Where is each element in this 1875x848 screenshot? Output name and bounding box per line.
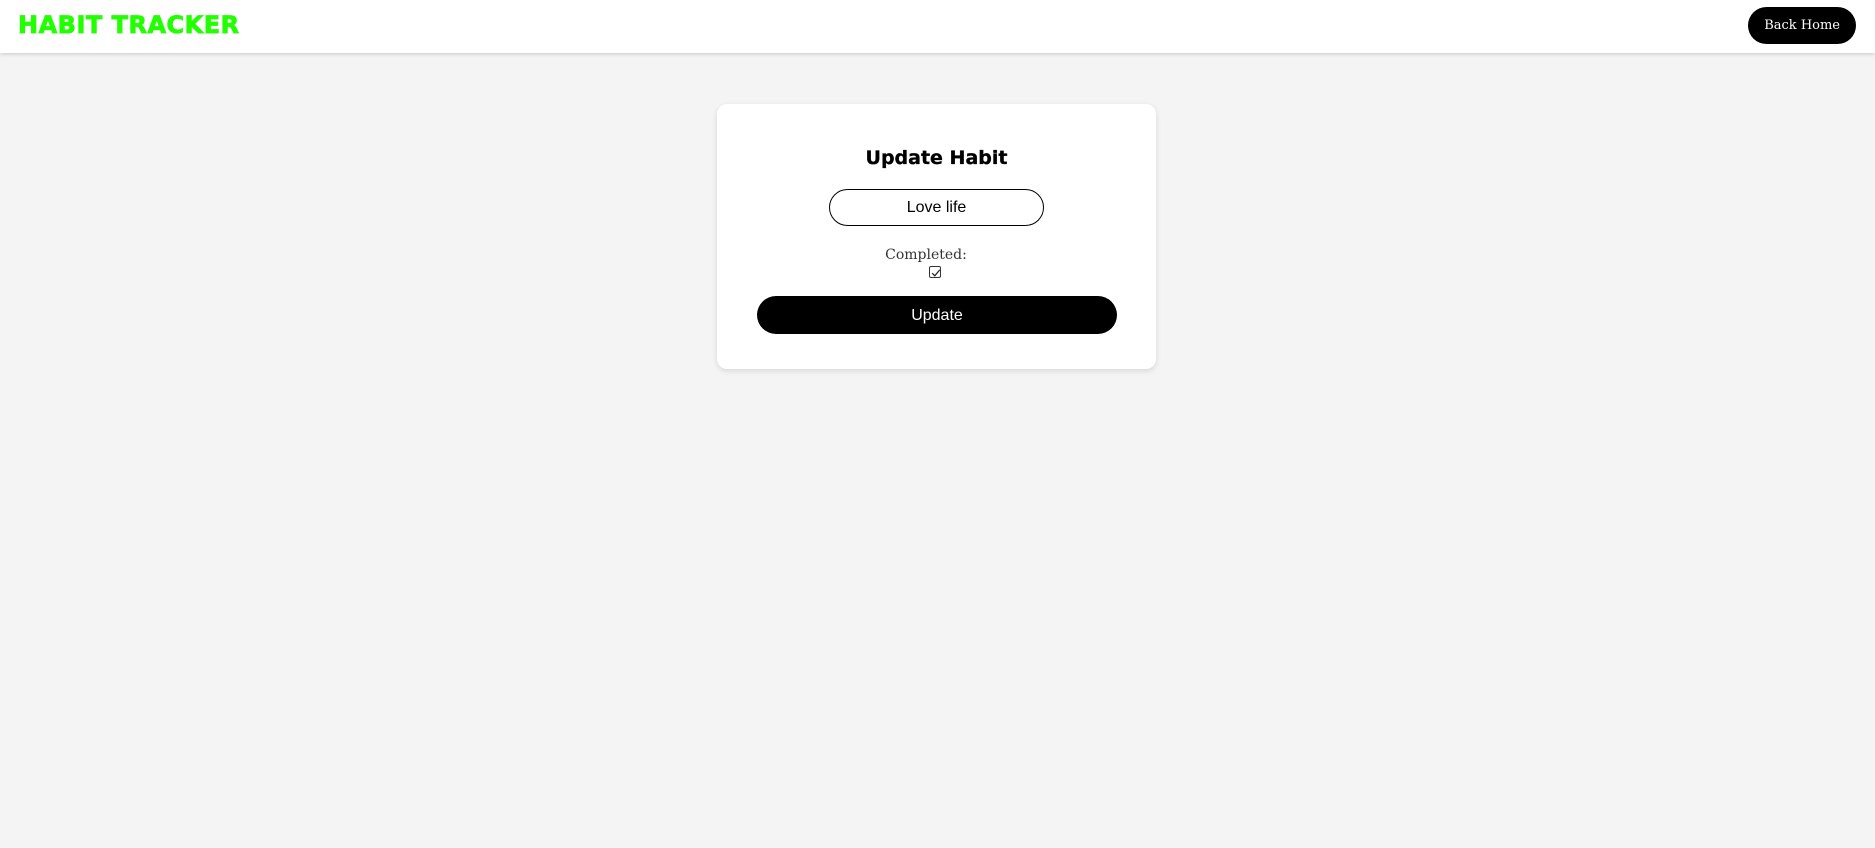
checkmark-icon	[931, 269, 941, 277]
update-habit-card: Update Habit Completed: Update	[717, 104, 1156, 369]
completed-checkbox[interactable]	[929, 266, 941, 278]
update-button[interactable]: Update	[757, 296, 1117, 334]
top-navbar: HABIT TRACKER Back Home	[0, 0, 1875, 53]
back-home-button[interactable]: Back Home	[1748, 7, 1856, 44]
form-title: Update Habit	[865, 147, 1008, 169]
habit-name-input[interactable]	[829, 189, 1044, 226]
app-logo-text[interactable]: HABIT TRACKER	[18, 10, 240, 40]
completed-label: Completed:	[885, 247, 967, 263]
